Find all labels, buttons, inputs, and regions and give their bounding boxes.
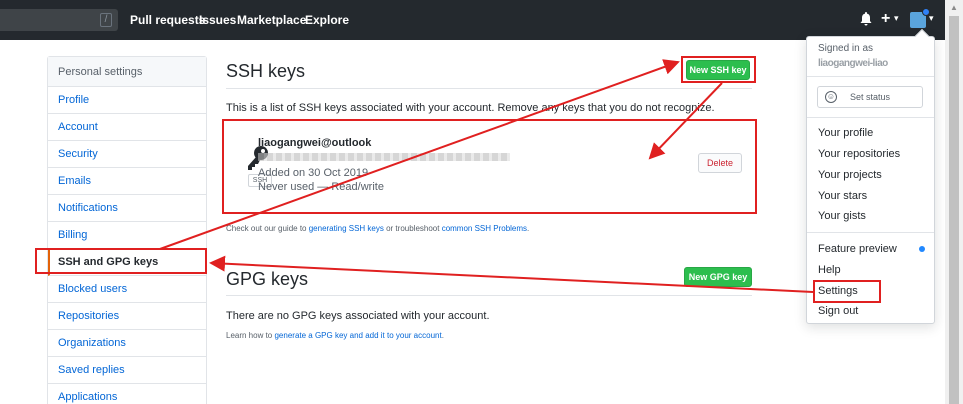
- arrow-sidebar-to-new-key: [159, 59, 680, 250]
- page: / Pull requests Issues Marketplace Explo…: [0, 0, 963, 404]
- annotation-arrows: [159, 59, 814, 293]
- arrow-new-key-to-key-item: [648, 82, 723, 160]
- arrow-settings-to-sidebar: [209, 255, 814, 293]
